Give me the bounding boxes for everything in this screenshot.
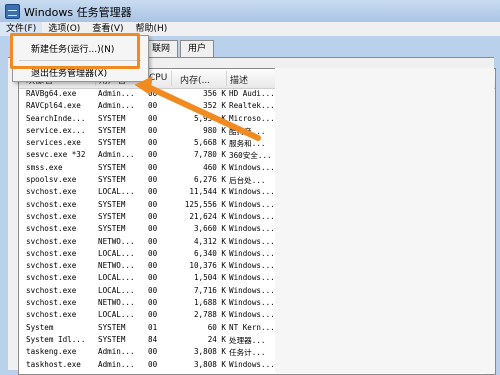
annotation-arrow (134, 76, 261, 141)
